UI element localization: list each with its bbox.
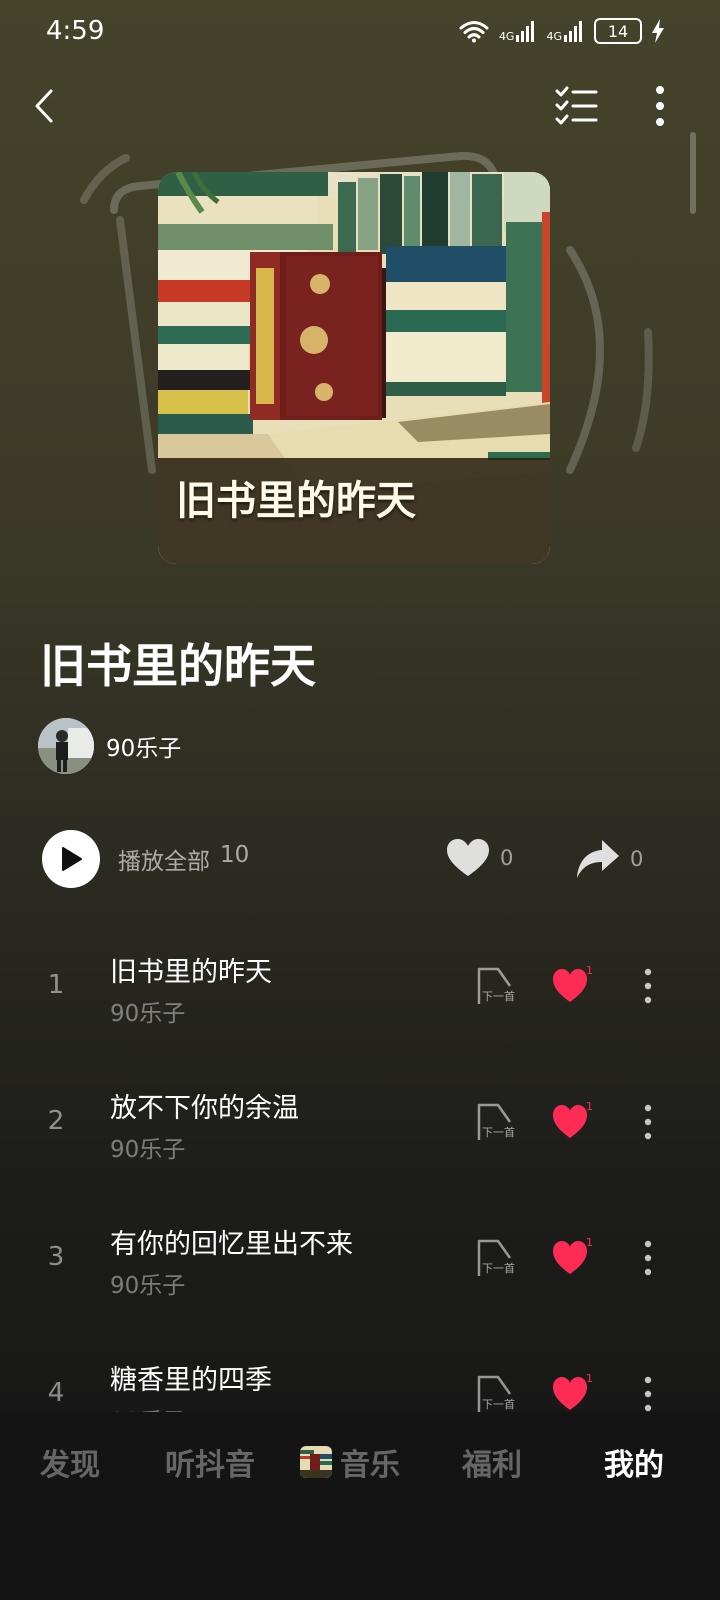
signal-icon [564,21,582,42]
play-next-label: 下一首 [482,1397,515,1411]
play-next-icon: 下一首 [477,1103,515,1140]
play-next-button[interactable]: 下一首 [474,1102,518,1142]
play-next-icon: 下一首 [477,1375,515,1412]
tab-music-label: 音乐 [340,1448,400,1483]
signal-icon [516,21,535,42]
creator-info[interactable]: 90乐子 [38,718,181,774]
song-more-button[interactable] [636,1374,660,1412]
tab-discover[interactable]: 发现 [40,1440,100,1484]
song-artist: 90乐子 [110,1137,186,1163]
song-like-button[interactable]: 1 [552,964,596,1004]
song-title: 有你的回忆里出不来 [110,1229,353,1260]
song-row[interactable]: 3 有你的回忆里出不来 90乐子 下一首 1 [0,1192,720,1328]
tab-me[interactable]: 我的 [604,1440,664,1484]
play-circle[interactable] [42,830,100,888]
song-list[interactable]: 1 旧书里的昨天 90乐子 下一首 1 2 放不下你的余温 90乐子 下一首 1… [0,920,720,1412]
play-icon [62,847,82,871]
status-icons: 4G 4G 14 [459,18,664,44]
more-vertical-icon [644,1376,652,1412]
song-more-button[interactable] [636,1238,660,1278]
tab-rewards[interactable]: 福利 [462,1440,522,1484]
play-queue-button[interactable] [554,84,600,128]
battery-indicator: 14 [594,18,642,44]
more-vertical-icon [644,968,652,1004]
song-like-count: 1 [586,1236,593,1249]
play-all-count: 10 [220,842,250,868]
play-next-label: 下一首 [482,1125,515,1139]
more-vertical-icon [644,1104,652,1140]
song-more-button[interactable] [636,1102,660,1142]
song-like-count: 1 [586,964,593,977]
share-arrow-icon [577,840,619,878]
network-type-label: 4G [546,30,562,43]
play-next-label: 下一首 [482,1261,515,1275]
song-title: 旧书里的昨天 [110,957,272,988]
checklist-icon [555,86,598,125]
play-next-icon: 下一首 [477,967,515,1004]
creator-name[interactable]: 90乐子 [106,729,181,763]
song-like-count: 1 [586,1372,593,1385]
play-all-text: 播放全部 10 [118,842,249,876]
song-index: 4 [47,1378,65,1408]
status-bar: 4:59 4G 4G 14 [0,0,720,64]
share-count: 0 [630,847,644,871]
scrollbar-thumb[interactable] [690,132,696,214]
heart-icon: 1 [553,964,593,1002]
song-artist: 90乐子 [110,1001,186,1027]
playlist-cover[interactable]: 旧书里的昨天 [158,172,550,564]
song-index: 3 [47,1242,65,1272]
song-artist: 90乐子 [110,1273,186,1299]
more-vertical-icon [644,1240,652,1276]
play-next-label: 下一首 [482,989,515,1003]
heart-icon: 1 [553,1372,593,1410]
song-row[interactable]: 4 糖香里的四季 90乐子 下一首 1 [0,1328,720,1412]
song-title: 放不下你的余温 [110,1093,299,1124]
tab-music[interactable]: 音乐 [300,1440,400,1484]
song-like-button[interactable]: 1 [552,1372,596,1412]
play-next-button[interactable]: 下一首 [474,966,518,1006]
cover-caption: 旧书里的昨天 [176,477,416,524]
bottom-nav: 发现 听抖音 音乐 福利 我的 [0,1412,720,1508]
wifi-icon [459,21,489,43]
song-like-count: 1 [586,1100,593,1113]
play-next-icon: 下一首 [477,1239,515,1276]
avatar-image [38,718,94,774]
tab-listen-douyin[interactable]: 听抖音 [165,1440,255,1484]
heart-icon: 1 [553,1100,593,1138]
signal-2: 4G [546,20,584,42]
song-like-button[interactable]: 1 [552,1100,596,1140]
song-title: 糖香里的四季 [110,1365,272,1396]
back-button[interactable] [24,84,64,128]
heart-icon: 1 [553,1236,593,1274]
like-playlist-button[interactable]: 0 [446,838,513,878]
chevron-left-icon [35,89,53,123]
song-artist: 90乐子 [110,1402,185,1412]
more-options-button[interactable] [640,82,680,130]
song-index: 2 [47,1106,65,1136]
signal-1: 4G [499,20,537,42]
share-button[interactable]: 0 [576,838,643,880]
playlist-title: 旧书里的昨天 [40,639,316,693]
play-all-button[interactable]: 播放全部 10 [42,830,249,888]
status-time: 4:59 [46,16,105,46]
bottom-safe-area [0,1508,720,1600]
song-more-button[interactable] [636,966,660,1006]
song-index: 1 [47,970,65,1000]
like-count: 0 [500,846,514,870]
music-tab-thumbnail [300,1446,332,1478]
album-thumbnail-image [300,1446,332,1478]
play-next-button[interactable]: 下一首 [474,1374,518,1412]
more-vertical-icon [656,86,664,126]
song-like-button[interactable]: 1 [552,1236,596,1276]
heart-icon [447,839,489,876]
avatar[interactable] [38,718,94,774]
play-next-button[interactable]: 下一首 [474,1238,518,1278]
network-type-label: 4G [498,30,515,43]
song-row[interactable]: 2 放不下你的余温 90乐子 下一首 1 [0,1056,720,1192]
song-row[interactable]: 1 旧书里的昨天 90乐子 下一首 1 [0,920,720,1056]
charging-icon [652,19,664,43]
play-all-label: 播放全部 [118,849,210,875]
